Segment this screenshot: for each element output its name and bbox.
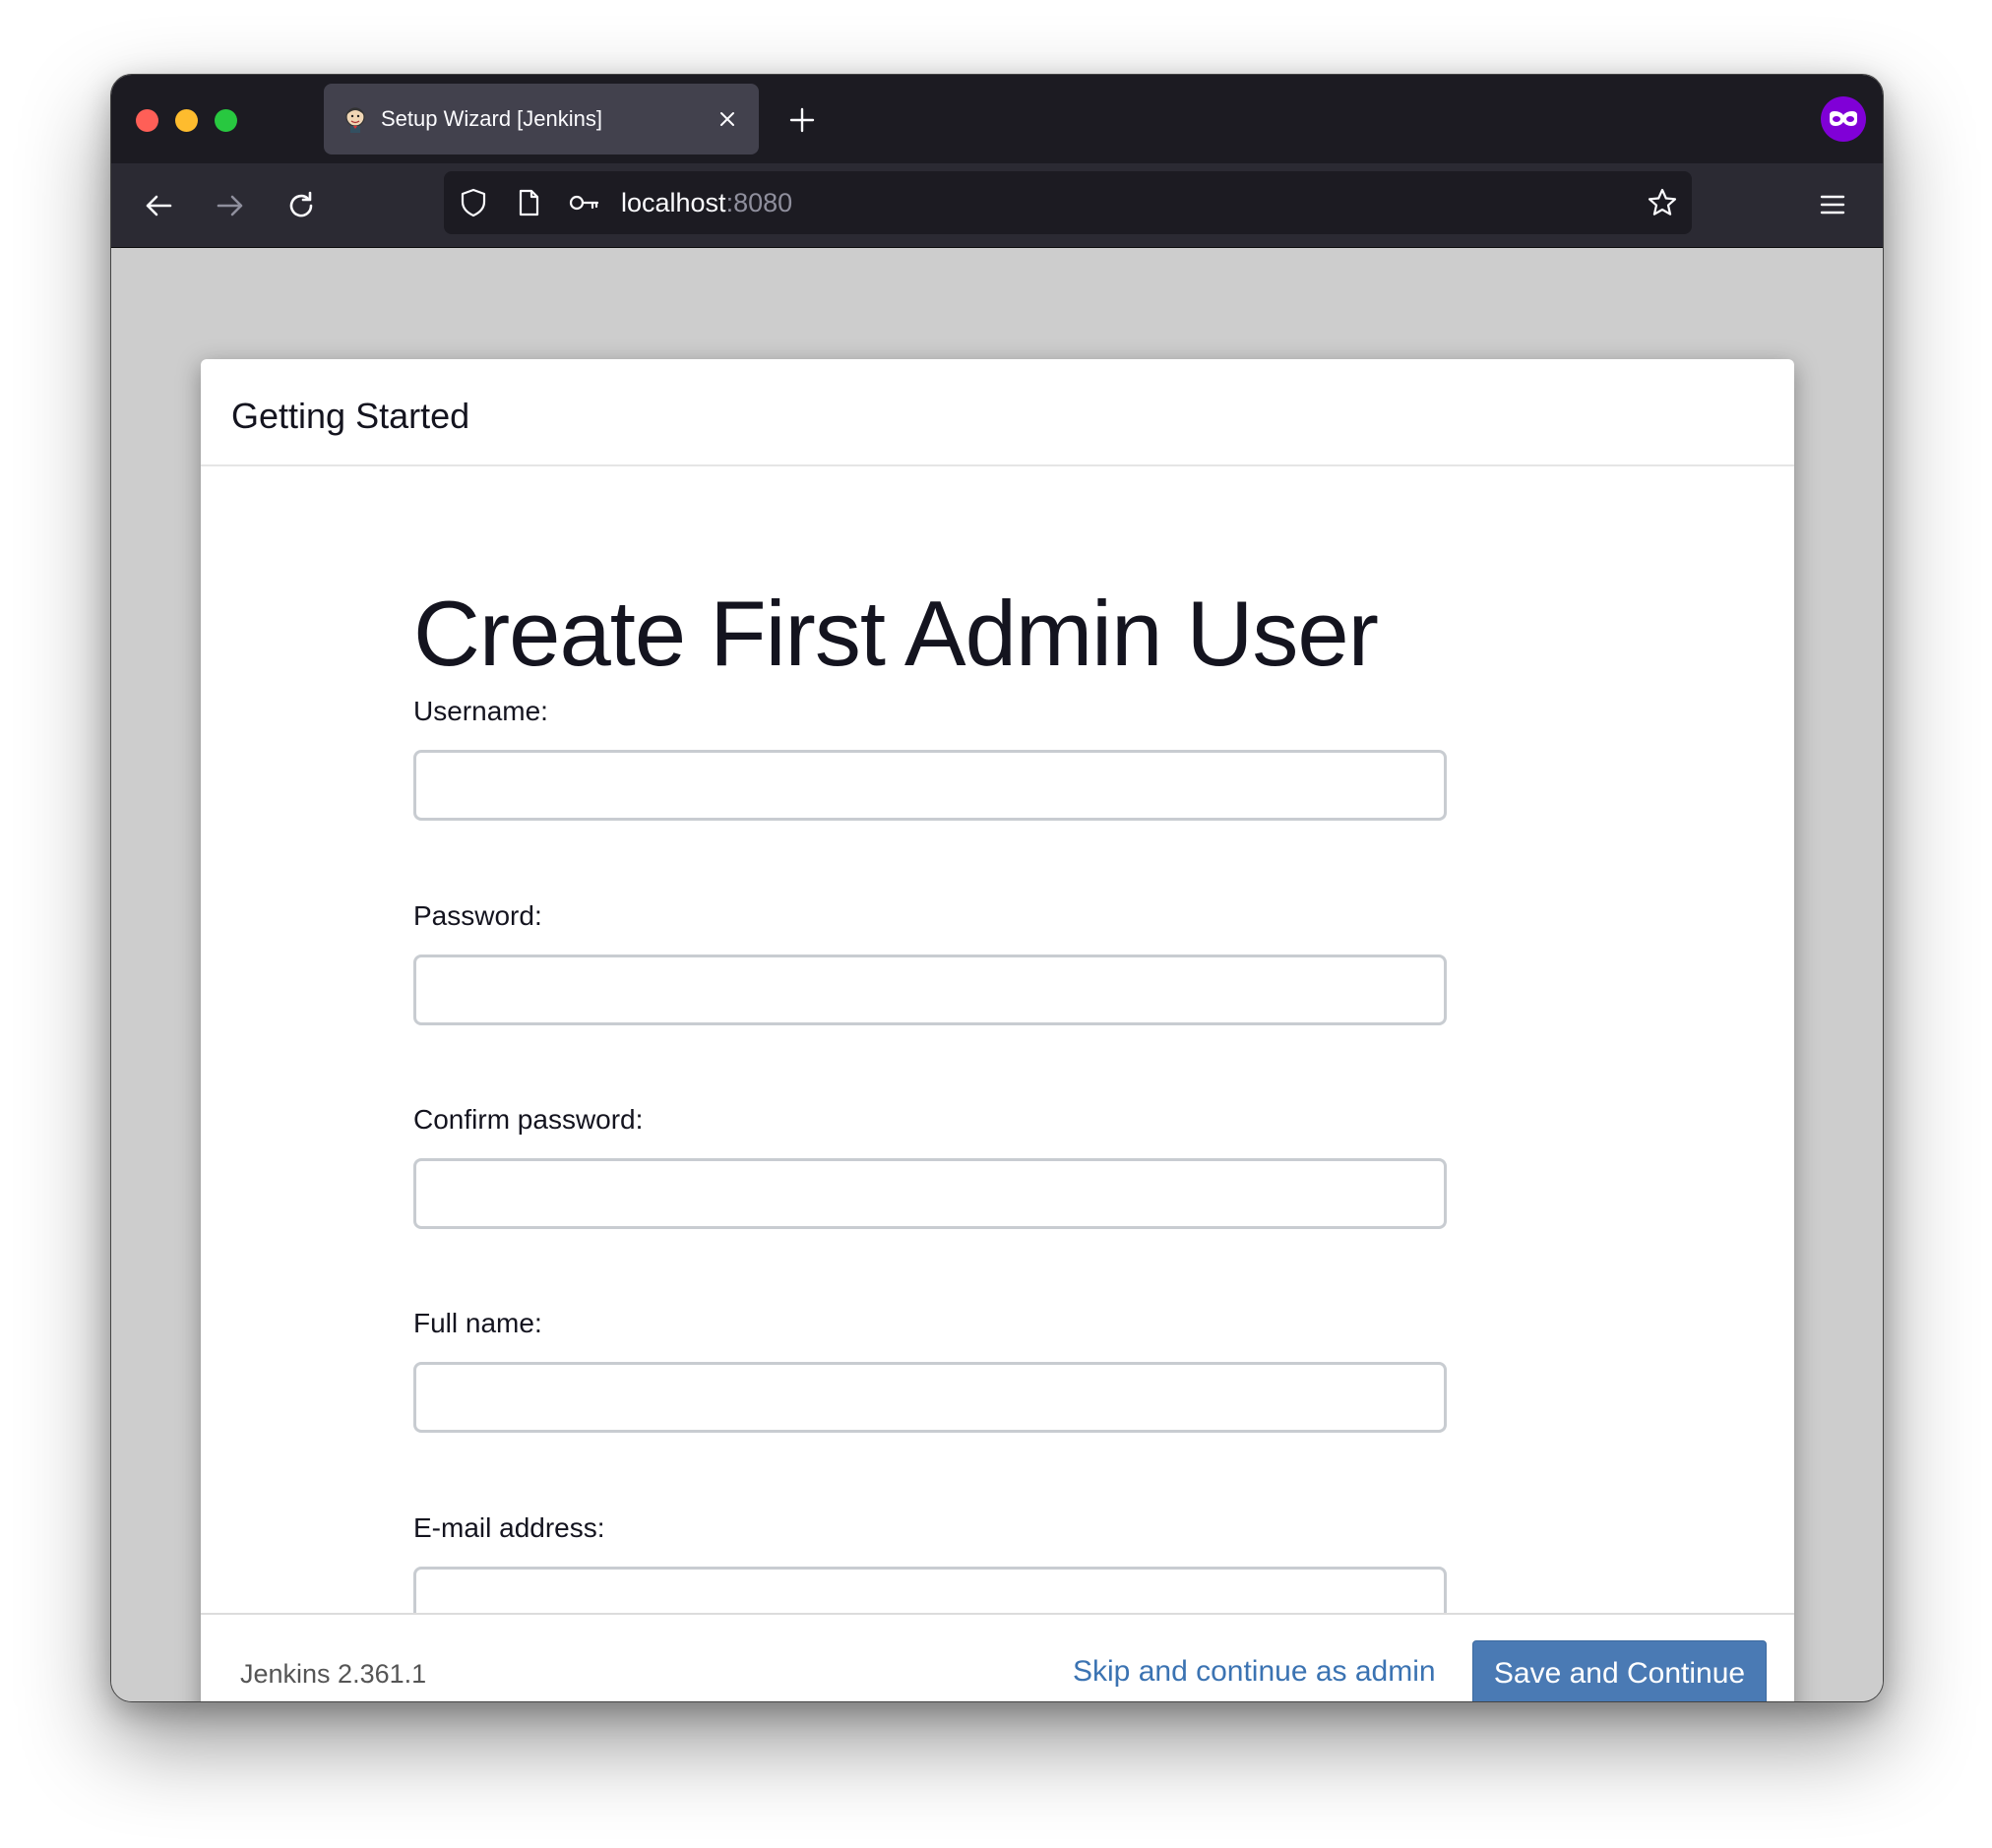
dialog-header-title: Getting Started bbox=[231, 396, 470, 436]
window-minimize-button[interactable] bbox=[175, 109, 198, 132]
navigation-toolbar: localhost:8080 bbox=[111, 163, 1883, 248]
tab-title: Setup Wizard [Jenkins] bbox=[381, 106, 602, 131]
close-icon[interactable] bbox=[714, 105, 741, 133]
password-label: Password: bbox=[413, 900, 542, 931]
key-icon[interactable] bbox=[568, 187, 599, 218]
dialog-header: Getting Started bbox=[201, 359, 1794, 466]
dialog-body[interactable]: Create First Admin User Username: Passwo… bbox=[201, 468, 1794, 1613]
save-and-continue-button[interactable]: Save and Continue bbox=[1472, 1640, 1767, 1701]
email-input[interactable] bbox=[413, 1567, 1447, 1613]
url-host: localhost bbox=[621, 188, 726, 217]
username-label: Username: bbox=[413, 696, 548, 726]
back-arrow-icon[interactable] bbox=[141, 188, 176, 223]
bookmark-star-icon[interactable] bbox=[1647, 187, 1678, 218]
dialog-footer: Jenkins 2.361.1 Skip and continue as adm… bbox=[201, 1613, 1794, 1701]
browser-window: Setup Wizard [Jenkins] localhost:8080 Ge… bbox=[110, 74, 1884, 1702]
shield-icon[interactable] bbox=[458, 187, 489, 218]
jenkins-version: Jenkins 2.361.1 bbox=[240, 1659, 427, 1689]
confirm-password-input[interactable] bbox=[413, 1158, 1447, 1229]
full-name-input[interactable] bbox=[413, 1362, 1447, 1433]
url-port: :8080 bbox=[725, 188, 793, 217]
tab-strip: Setup Wizard [Jenkins] bbox=[111, 75, 1883, 163]
full-name-label: Full name: bbox=[413, 1308, 542, 1338]
page-icon[interactable] bbox=[513, 187, 544, 218]
password-input[interactable] bbox=[413, 955, 1447, 1025]
tab-setup-wizard[interactable]: Setup Wizard [Jenkins] bbox=[324, 84, 759, 154]
setup-wizard-dialog: Getting Started Create First Admin User … bbox=[201, 359, 1794, 1701]
skip-continue-as-admin-link[interactable]: Skip and continue as admin bbox=[1073, 1654, 1436, 1690]
new-tab-plus-icon[interactable] bbox=[786, 104, 818, 136]
username-input[interactable] bbox=[413, 750, 1447, 821]
url-text[interactable]: localhost:8080 bbox=[621, 187, 792, 218]
forward-arrow-icon[interactable] bbox=[213, 188, 248, 223]
jenkins-favicon-icon bbox=[342, 105, 369, 133]
reload-icon[interactable] bbox=[283, 188, 319, 223]
window-zoom-button[interactable] bbox=[215, 109, 237, 132]
confirm-password-label: Confirm password: bbox=[413, 1104, 644, 1135]
page-content: Getting Started Create First Admin User … bbox=[111, 248, 1883, 1701]
hamburger-menu-icon[interactable] bbox=[1816, 188, 1849, 221]
private-browsing-mask-icon[interactable] bbox=[1821, 96, 1866, 142]
email-label: E-mail address: bbox=[413, 1512, 605, 1543]
window-close-button[interactable] bbox=[136, 109, 158, 132]
page-title: Create First Admin User bbox=[413, 582, 1379, 685]
address-bar[interactable]: localhost:8080 bbox=[444, 171, 1692, 234]
